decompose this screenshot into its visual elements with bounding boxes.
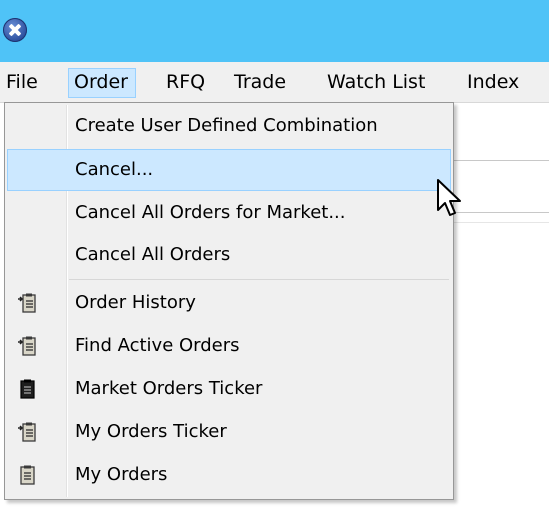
menu-file[interactable]: File (0, 68, 44, 98)
menu-watch-list-label: Watch List (327, 71, 426, 93)
menu-item-find-active-orders[interactable]: Find Active Orders (7, 325, 451, 367)
menu-watch-list[interactable]: Watch List (321, 68, 431, 98)
menu-item-my-orders-ticker[interactable]: My Orders Ticker (7, 411, 451, 453)
menu-item-create-user-defined-combination[interactable]: Create User Defined Combination (7, 105, 451, 147)
market-orders-ticker-icon (18, 378, 36, 400)
menu-order[interactable]: Order (68, 68, 136, 98)
menu-item-order-history[interactable]: Order History (7, 282, 451, 324)
bg-divider (454, 212, 549, 213)
menu-item-market-orders-ticker[interactable]: Market Orders Ticker (7, 368, 451, 410)
menu-item-label: Cancel... (75, 159, 154, 180)
title-bar (0, 0, 549, 62)
find-active-orders-icon (18, 335, 36, 357)
mouse-pointer-icon (436, 178, 464, 220)
menu-index-label: Index (467, 71, 520, 93)
menu-rfq[interactable]: RFQ (160, 68, 211, 98)
bg-divider (454, 222, 549, 223)
menu-item-cancel-all-orders[interactable]: Cancel All Orders (7, 234, 451, 276)
menu-trade[interactable]: Trade (228, 68, 292, 98)
menu-trade-label: Trade (234, 71, 287, 93)
menu-item-my-orders[interactable]: My Orders (7, 454, 451, 496)
menu-order-label: Order (74, 71, 128, 93)
my-orders-ticker-icon (18, 421, 36, 443)
order-dropdown-menu: Create User Defined Combination Cancel..… (4, 102, 454, 500)
menu-rfq-label: RFQ (166, 71, 206, 93)
menu-index[interactable]: Index (461, 68, 525, 98)
menu-bar: File Order RFQ Trade Watch List Index (0, 62, 549, 103)
menu-item-label: Market Orders Ticker (75, 378, 263, 399)
menu-item-label: Cancel All Orders for Market... (75, 202, 346, 223)
menu-file-label: File (6, 71, 38, 93)
app-close-icon[interactable] (3, 18, 27, 42)
bg-divider (454, 160, 549, 161)
menu-item-label: Create User Defined Combination (75, 115, 378, 136)
menu-item-label: My Orders Ticker (75, 421, 227, 442)
order-history-icon (18, 292, 36, 314)
menu-item-cancel-all-orders-for-market[interactable]: Cancel All Orders for Market... (7, 192, 451, 234)
menu-separator (69, 279, 449, 280)
menu-item-label: Cancel All Orders (75, 244, 231, 265)
my-orders-icon (18, 464, 36, 486)
menu-item-label: Find Active Orders (75, 335, 240, 356)
menu-item-cancel[interactable]: Cancel... (7, 149, 451, 191)
menu-item-label: Order History (75, 292, 196, 313)
menu-item-label: My Orders (75, 464, 168, 485)
